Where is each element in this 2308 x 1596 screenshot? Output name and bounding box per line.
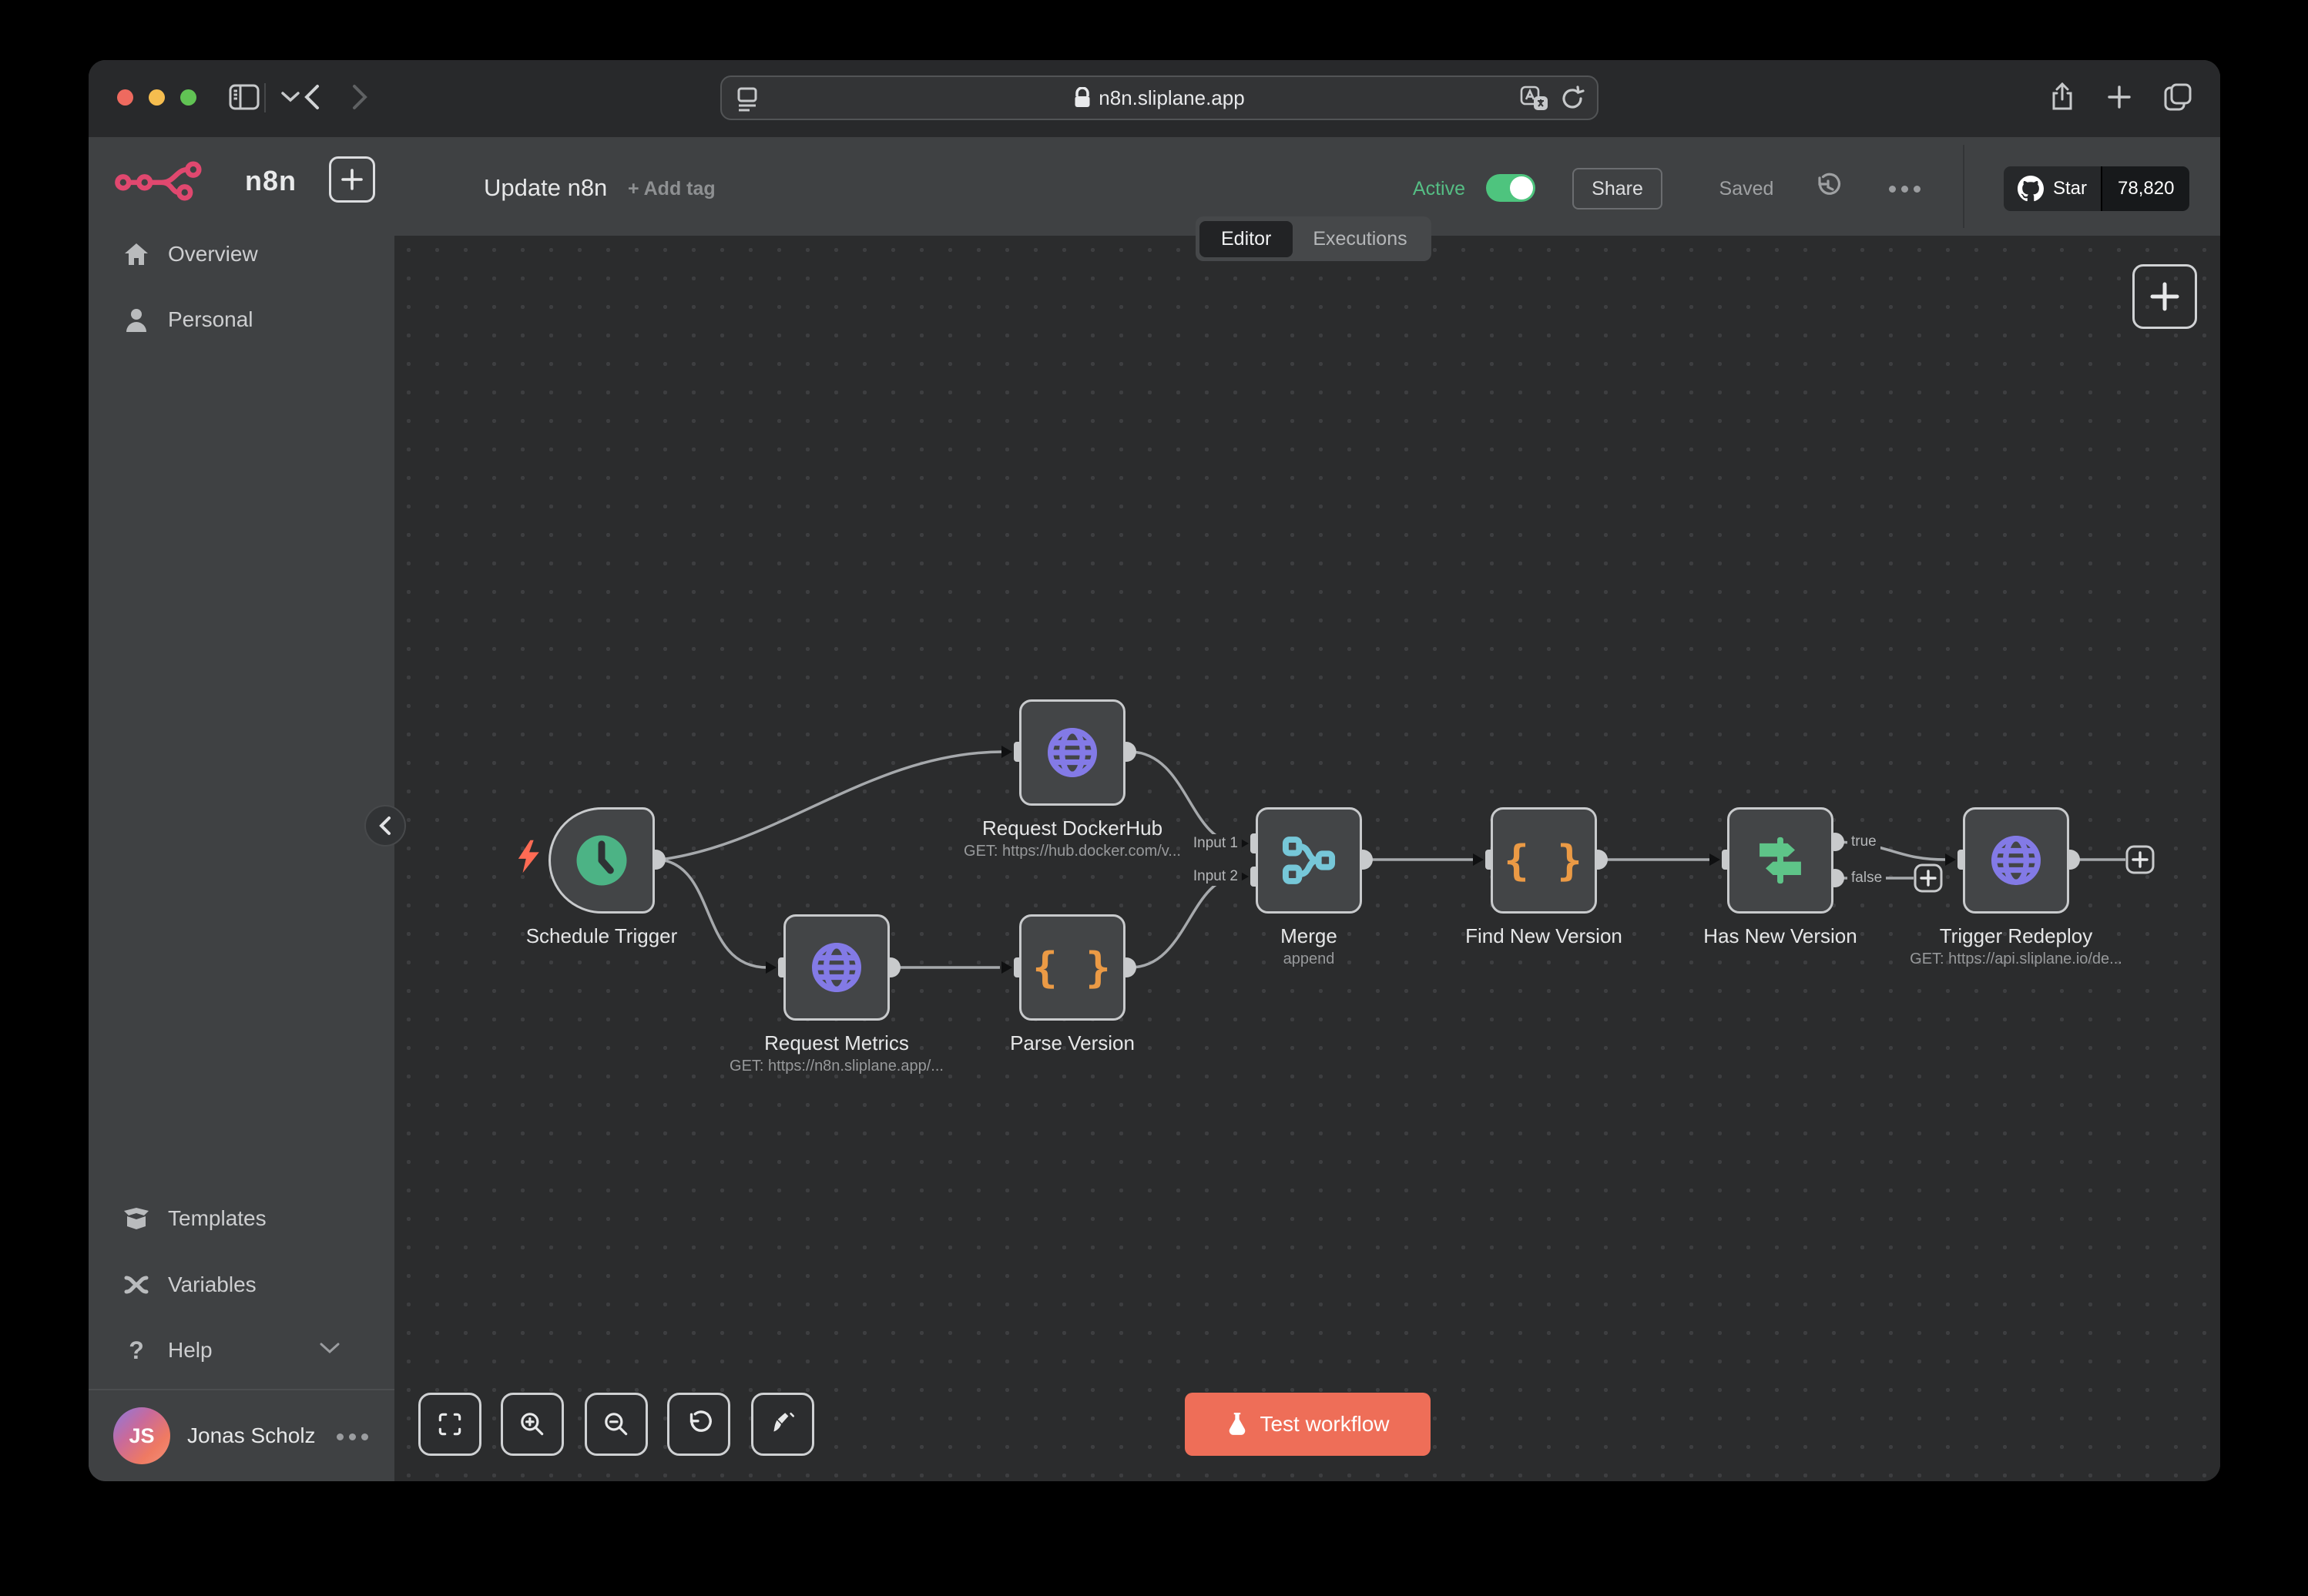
translate-icon[interactable] [1520, 86, 1549, 113]
sidebar-item-templates[interactable]: Templates [89, 1194, 394, 1243]
node-request-metrics[interactable]: Request Metrics GET: https://n8n.sliplan… [783, 914, 890, 1021]
lock-icon [1074, 87, 1091, 109]
sidebar-item-label: Templates [168, 1206, 267, 1231]
new-workflow-button[interactable] [329, 156, 375, 203]
browser-chrome: n8n.sliplane.app [89, 60, 2220, 137]
brand-name: n8n [245, 165, 297, 197]
tab-editor[interactable]: Editor [1199, 221, 1293, 257]
star-label: Star [2053, 178, 2087, 200]
tab-executions[interactable]: Executions [1293, 221, 1427, 257]
workflow-title[interactable]: Update n8n [484, 174, 607, 202]
test-workflow-button[interactable]: Test workflow [1185, 1393, 1431, 1456]
header-divider [1963, 145, 1964, 228]
github-icon [2018, 176, 2044, 202]
address-bar[interactable]: n8n.sliplane.app [720, 75, 1598, 120]
avatar-initials: JS [129, 1424, 154, 1448]
github-star-widget[interactable]: Star 78,820 [2004, 166, 2189, 211]
sidebar-item-variables[interactable]: Variables [89, 1260, 394, 1309]
sidebar-item-label: Overview [168, 242, 258, 267]
node-find-new-version[interactable]: { } Find New Version [1491, 807, 1597, 914]
user-name: Jonas Scholz [187, 1423, 316, 1448]
code-braces-icon: { } [1032, 944, 1112, 992]
merge-input2-label: Input 2 [1189, 867, 1242, 886]
clock-icon [572, 830, 632, 890]
node-schedule-trigger[interactable]: Schedule Trigger [548, 807, 655, 914]
zoom-in-button[interactable] [501, 1393, 564, 1456]
share-page-icon[interactable] [2045, 80, 2079, 114]
active-label: Active [1413, 178, 1465, 200]
sidebar-item-label: Personal [168, 307, 253, 332]
node-request-dockerhub[interactable]: Request DockerHub GET: https://hub.docke… [1019, 699, 1125, 806]
n8n-logo-icon [114, 161, 230, 201]
close-window-button[interactable] [117, 89, 133, 106]
browser-window: n8n.sliplane.app [89, 60, 2220, 1481]
saved-status: Saved [1719, 178, 1774, 200]
home-icon [121, 242, 152, 267]
sidebar: n8n Overview Personal [89, 137, 394, 1481]
reader-view-icon[interactable] [736, 86, 759, 118]
n8n-app: n8n Overview Personal [89, 137, 2220, 1481]
reload-icon[interactable] [1560, 86, 1585, 112]
globe-icon [1042, 722, 1103, 783]
sidebar-item-personal[interactable]: Personal [89, 295, 394, 344]
merge-icon [1280, 831, 1338, 890]
true-output-label: true [1847, 833, 1880, 851]
sidebar-item-label: Variables [168, 1272, 257, 1297]
node-merge[interactable]: Merge append [1256, 807, 1362, 914]
merge-input1-label: Input 1 [1189, 834, 1242, 853]
help-icon: ? [121, 1336, 152, 1365]
variables-x-icon [121, 1273, 152, 1296]
sidebar-item-overview[interactable]: Overview [89, 230, 394, 279]
add-node-button[interactable] [2132, 264, 2197, 329]
tidy-up-button[interactable] [751, 1393, 814, 1456]
globe-icon [1985, 830, 2047, 891]
avatar[interactable]: JS [113, 1407, 170, 1464]
zoom-to-fit-button[interactable] [418, 1393, 481, 1456]
sidebar-divider [89, 1389, 394, 1390]
sidebar-item-help[interactable]: ? Help [89, 1326, 394, 1375]
node-parse-version[interactable]: { } Parse Version [1019, 914, 1125, 1021]
user-menu[interactable]: JS Jonas Scholz [89, 1410, 394, 1461]
chrome-divider [264, 83, 266, 112]
tab-overview-icon[interactable] [2161, 80, 2195, 114]
sidebar-toggle-icon[interactable] [227, 80, 261, 114]
zoom-window-button[interactable] [180, 89, 196, 106]
new-tab-icon[interactable] [2102, 80, 2136, 114]
workflow-canvas[interactable]: Schedule Trigger Request DockerHub GET: … [394, 236, 2220, 1481]
workflow-menu-icon[interactable] [1889, 186, 1921, 193]
test-workflow-label: Test workflow [1260, 1412, 1389, 1437]
brand[interactable]: n8n [114, 154, 297, 208]
minimize-window-button[interactable] [149, 89, 165, 106]
person-icon [121, 307, 152, 332]
code-braces-icon: { } [1504, 837, 1584, 885]
user-options-icon[interactable] [337, 1433, 368, 1440]
chevron-down-icon [320, 1343, 340, 1358]
signpost-icon [1751, 831, 1810, 890]
url-text: n8n.sliplane.app [1099, 86, 1244, 110]
back-button[interactable] [295, 80, 329, 114]
zoom-out-button[interactable] [585, 1393, 648, 1456]
node-has-new-version[interactable]: Has New Version [1727, 807, 1833, 914]
node-trigger-redeploy[interactable]: Trigger Redeploy GET: https://api.slipla… [1963, 807, 2069, 914]
active-toggle[interactable] [1486, 174, 1535, 202]
main-panel: Update n8n + Add tag Active Share Saved [394, 137, 2220, 1481]
view-tabs: Editor Executions [1196, 216, 1431, 261]
templates-box-icon [121, 1206, 152, 1231]
forward-button[interactable] [343, 80, 377, 114]
reset-zoom-button[interactable] [667, 1393, 730, 1456]
share-button[interactable]: Share [1572, 168, 1662, 210]
flask-icon [1226, 1411, 1249, 1437]
false-output-label: false [1847, 869, 1886, 887]
workflow-history-icon[interactable] [1813, 172, 1843, 205]
sidebar-item-label: Help [168, 1338, 213, 1363]
trigger-bolt-icon [516, 837, 542, 876]
add-tag-button[interactable]: + Add tag [628, 178, 716, 200]
globe-icon [806, 937, 867, 998]
star-count: 78,820 [2101, 166, 2189, 211]
collapse-sidebar-button[interactable] [364, 805, 406, 847]
